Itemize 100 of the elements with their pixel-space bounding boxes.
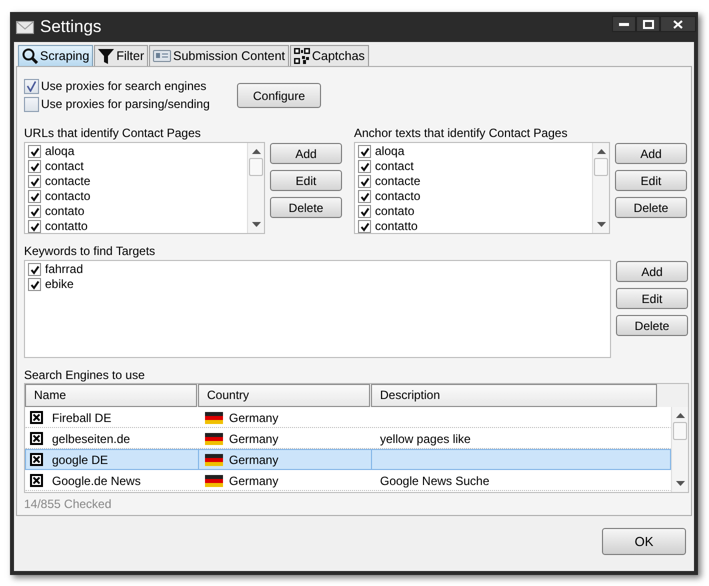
qr-code-icon bbox=[294, 48, 310, 64]
checkbox[interactable] bbox=[24, 96, 39, 112]
list-button[interactable]: Delete bbox=[615, 197, 687, 218]
checkbox[interactable] bbox=[28, 145, 41, 158]
list-item[interactable]: contatto bbox=[375, 219, 418, 234]
section-label: URLs that identify Contact Pages bbox=[24, 126, 202, 140]
scroll-up-icon[interactable] bbox=[676, 413, 684, 418]
column-header[interactable]: Name bbox=[25, 384, 197, 407]
table-cell-text: Germany bbox=[229, 452, 278, 468]
list-button[interactable]: Add bbox=[270, 143, 342, 164]
column-header[interactable]: Country bbox=[198, 384, 370, 407]
list-button[interactable]: Edit bbox=[615, 170, 687, 191]
scroll-down-icon[interactable] bbox=[252, 222, 260, 227]
list-item[interactable]: contacte bbox=[375, 174, 420, 189]
tab[interactable]: Scraping bbox=[18, 45, 94, 66]
checkbox[interactable] bbox=[28, 205, 41, 218]
table-cell-text: gelbeseiten.de bbox=[52, 430, 130, 448]
minimize-icon bbox=[619, 22, 629, 26]
tab[interactable]: Captchas bbox=[290, 45, 369, 66]
flag-icon bbox=[205, 474, 223, 486]
table-cell-text: Germany bbox=[229, 410, 278, 426]
section-label: Anchor texts that identify Contact Pages bbox=[354, 126, 568, 140]
envelope-icon bbox=[16, 20, 34, 34]
flag-icon bbox=[205, 454, 223, 466]
list-item[interactable]: aloqa bbox=[45, 144, 74, 159]
scrollbar[interactable] bbox=[247, 143, 264, 233]
table-row[interactable]: Fireball DE Germany bbox=[25, 407, 671, 428]
list-item[interactable]: contacte bbox=[45, 174, 90, 189]
checkbox[interactable] bbox=[30, 474, 43, 487]
id-card-icon bbox=[153, 50, 172, 62]
list-button[interactable]: Add bbox=[615, 143, 687, 164]
maximize-icon bbox=[642, 20, 654, 28]
minimize-button[interactable] bbox=[612, 16, 636, 32]
cross-icon bbox=[33, 414, 40, 421]
checkbox[interactable] bbox=[28, 220, 41, 233]
list-item[interactable]: contact bbox=[45, 159, 84, 174]
ok-button[interactable]: OK bbox=[602, 528, 686, 555]
table-row[interactable]: google DE Germany bbox=[25, 449, 671, 470]
scroll-thumb[interactable] bbox=[594, 158, 608, 176]
checkbox[interactable] bbox=[28, 175, 41, 188]
checkbox-label: Use proxies for search engines bbox=[41, 78, 206, 95]
maximize-button[interactable] bbox=[636, 16, 660, 32]
list-item[interactable]: fahrrad bbox=[45, 262, 84, 277]
checkbox[interactable] bbox=[28, 160, 41, 173]
flag-icon bbox=[205, 412, 223, 424]
close-icon bbox=[673, 20, 683, 28]
scroll-thumb[interactable] bbox=[673, 422, 687, 440]
section-label: Keywords to find Targets bbox=[24, 244, 156, 258]
funnel-icon bbox=[98, 48, 114, 64]
checkbox[interactable] bbox=[28, 278, 41, 291]
checkbox[interactable] bbox=[28, 190, 41, 203]
checkbox[interactable] bbox=[24, 78, 39, 94]
flag-icon bbox=[205, 432, 223, 444]
table-cell-text: Germany bbox=[229, 430, 278, 448]
list-item[interactable]: ebike bbox=[45, 277, 74, 292]
column-header[interactable]: Description bbox=[371, 384, 657, 407]
scroll-down-icon[interactable] bbox=[596, 222, 606, 227]
checked-count: 14/855 Checked bbox=[24, 497, 112, 511]
tab[interactable]: Submission Content bbox=[149, 45, 289, 66]
checkbox[interactable] bbox=[358, 190, 371, 203]
list-item[interactable]: contacto bbox=[45, 189, 90, 204]
table-cell-text: Google.de News bbox=[52, 472, 141, 490]
tab[interactable]: Filter bbox=[94, 45, 148, 66]
window-title: Settings bbox=[40, 16, 102, 38]
checkbox[interactable] bbox=[358, 175, 371, 188]
checkbox[interactable] bbox=[358, 205, 371, 218]
table-cell-text: google DE bbox=[52, 452, 108, 468]
list-item[interactable]: contacto bbox=[375, 189, 420, 204]
configure-button[interactable]: Configure bbox=[237, 83, 321, 108]
list-button[interactable]: Edit bbox=[616, 288, 688, 309]
scroll-up-icon[interactable] bbox=[596, 149, 606, 154]
table-cell-text: Google News Suche bbox=[380, 472, 490, 490]
table-row[interactable]: Google.de News Germany Google News Suche bbox=[25, 470, 671, 491]
list-item[interactable]: contact bbox=[375, 159, 414, 174]
list-button[interactable]: Delete bbox=[270, 197, 342, 218]
section-label: Search Engines to use bbox=[24, 368, 146, 382]
checkbox[interactable] bbox=[358, 145, 371, 158]
scrollbar[interactable] bbox=[671, 407, 688, 492]
close-button[interactable] bbox=[660, 16, 696, 32]
scroll-down-icon[interactable] bbox=[676, 481, 684, 486]
list-button[interactable]: Delete bbox=[616, 315, 688, 336]
scrollbar[interactable] bbox=[592, 143, 609, 233]
list-item[interactable]: contato bbox=[375, 204, 414, 219]
table-cell-text: Fireball DE bbox=[52, 410, 112, 426]
scroll-up-icon[interactable] bbox=[252, 149, 260, 154]
list-button[interactable]: Edit bbox=[270, 170, 342, 191]
checkbox[interactable] bbox=[30, 411, 43, 424]
list-item[interactable]: aloqa bbox=[375, 144, 404, 159]
checkbox[interactable] bbox=[30, 432, 43, 445]
list-item[interactable]: contatto bbox=[45, 219, 88, 234]
search-icon bbox=[22, 48, 38, 64]
table-cell-text: yellow pages like bbox=[380, 430, 471, 448]
checkbox[interactable] bbox=[358, 160, 371, 173]
list-button[interactable]: Add bbox=[616, 261, 688, 282]
cross-icon bbox=[33, 456, 40, 463]
checkbox[interactable] bbox=[28, 263, 41, 276]
checkbox[interactable] bbox=[358, 220, 371, 233]
list-item[interactable]: contato bbox=[45, 204, 84, 219]
scroll-thumb[interactable] bbox=[249, 158, 263, 176]
checkbox[interactable] bbox=[30, 453, 43, 466]
